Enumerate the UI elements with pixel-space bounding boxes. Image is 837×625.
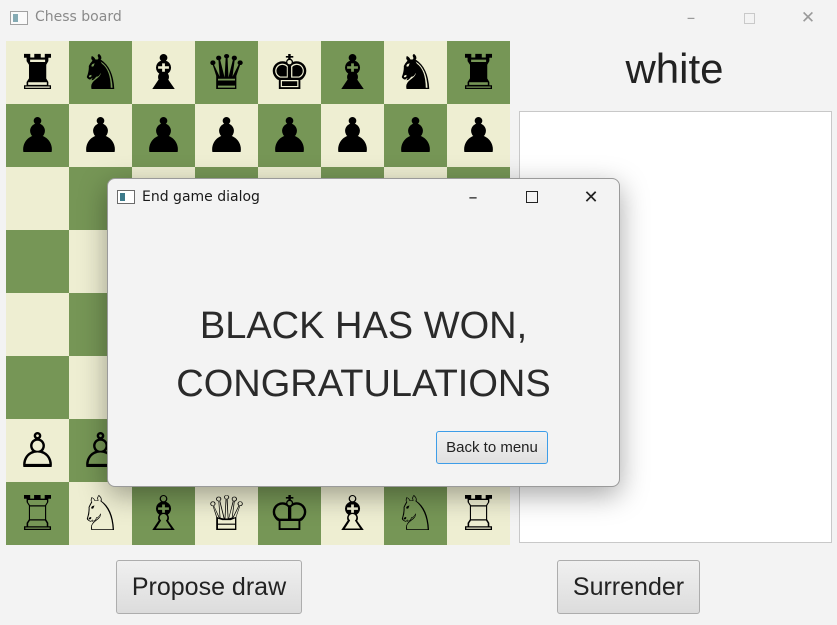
minimize-icon: – <box>468 186 478 208</box>
chess-piece-icon[interactable]: ♜ <box>457 49 500 97</box>
board-square[interactable] <box>6 293 69 356</box>
board-square[interactable]: ♝ <box>321 41 384 104</box>
board-square[interactable]: ♟ <box>6 104 69 167</box>
board-square[interactable]: ♝ <box>132 41 195 104</box>
board-square[interactable]: ♜ <box>447 41 510 104</box>
board-square[interactable]: ♕ <box>195 482 258 545</box>
board-square[interactable]: ♞ <box>69 41 132 104</box>
board-square[interactable]: ♗ <box>132 482 195 545</box>
board-square[interactable]: ♘ <box>384 482 447 545</box>
board-square[interactable] <box>6 230 69 293</box>
close-icon: ✕ <box>800 8 816 28</box>
chess-piece-icon[interactable]: ♖ <box>457 490 500 538</box>
close-button[interactable]: ✕ <box>785 0 831 36</box>
dialog-titlebar: End game dialog – ✕ <box>108 179 619 215</box>
board-square[interactable]: ♟ <box>447 104 510 167</box>
chess-piece-icon[interactable]: ♟ <box>79 112 122 160</box>
chess-piece-icon[interactable]: ♘ <box>394 490 437 538</box>
board-square[interactable]: ♙ <box>6 419 69 482</box>
chess-piece-icon[interactable]: ♕ <box>205 490 248 538</box>
board-square[interactable]: ♔ <box>258 482 321 545</box>
maximize-icon <box>743 12 755 24</box>
board-square[interactable]: ♚ <box>258 41 321 104</box>
message-line-2: CONGRATULATIONS <box>176 363 551 405</box>
back-to-menu-button[interactable]: Back to menu <box>436 431 548 464</box>
close-icon: ✕ <box>583 186 599 208</box>
board-square[interactable]: ♟ <box>384 104 447 167</box>
board-square[interactable]: ♟ <box>321 104 384 167</box>
chess-piece-icon[interactable]: ♝ <box>331 49 374 97</box>
chess-piece-icon[interactable]: ♜ <box>16 49 59 97</box>
chess-piece-icon[interactable]: ♖ <box>16 490 59 538</box>
board-square[interactable]: ♟ <box>195 104 258 167</box>
chess-piece-icon[interactable]: ♟ <box>205 112 248 160</box>
board-square[interactable]: ♖ <box>6 482 69 545</box>
board-square[interactable]: ♗ <box>321 482 384 545</box>
surrender-button[interactable]: Surrender <box>557 560 700 614</box>
minimize-icon: – <box>686 8 696 28</box>
board-square[interactable]: ♞ <box>384 41 447 104</box>
message-line-1: BLACK HAS WON, <box>199 305 528 347</box>
dialog-title: End game dialog <box>142 189 260 205</box>
maximize-button[interactable] <box>726 0 772 36</box>
window-title: Chess board <box>35 9 122 25</box>
chess-piece-icon[interactable]: ♗ <box>142 490 185 538</box>
dialog-message: BLACK HAS WON, CONGRATULATIONS <box>108 297 619 413</box>
board-square[interactable]: ♜ <box>6 41 69 104</box>
chess-piece-icon[interactable]: ♚ <box>268 49 311 97</box>
board-square[interactable]: ♖ <box>447 482 510 545</box>
board-square[interactable] <box>6 356 69 419</box>
chess-piece-icon[interactable]: ♗ <box>331 490 374 538</box>
dialog-close-button[interactable]: ✕ <box>568 179 614 215</box>
board-square[interactable]: ♟ <box>258 104 321 167</box>
board-square[interactable]: ♟ <box>69 104 132 167</box>
maximize-icon <box>526 191 538 203</box>
board-square[interactable] <box>6 167 69 230</box>
minimize-button[interactable]: – <box>668 0 714 36</box>
chess-piece-icon[interactable]: ♟ <box>268 112 311 160</box>
chess-piece-icon[interactable]: ♞ <box>394 49 437 97</box>
board-square[interactable]: ♛ <box>195 41 258 104</box>
board-square[interactable]: ♟ <box>132 104 195 167</box>
end-game-dialog: End game dialog – ✕ BLACK HAS WON, CONGR… <box>107 178 620 487</box>
chess-piece-icon[interactable]: ♟ <box>16 112 59 160</box>
board-square[interactable]: ♘ <box>69 482 132 545</box>
chess-piece-icon[interactable]: ♙ <box>16 427 59 475</box>
app-icon <box>10 11 28 25</box>
dialog-maximize-button[interactable] <box>509 179 555 215</box>
chess-piece-icon[interactable]: ♞ <box>79 49 122 97</box>
chess-piece-icon[interactable]: ♛ <box>205 49 248 97</box>
chess-piece-icon[interactable]: ♟ <box>394 112 437 160</box>
chess-piece-icon[interactable]: ♟ <box>142 112 185 160</box>
propose-draw-button[interactable]: Propose draw <box>116 560 302 614</box>
main-titlebar: Chess board – ✕ <box>0 0 837 36</box>
chess-piece-icon[interactable]: ♝ <box>142 49 185 97</box>
chess-piece-icon[interactable]: ♔ <box>268 490 311 538</box>
turn-label: white <box>625 45 724 92</box>
chess-piece-icon[interactable]: ♟ <box>331 112 374 160</box>
dialog-minimize-button[interactable]: – <box>450 179 496 215</box>
chess-piece-icon[interactable]: ♘ <box>79 490 122 538</box>
dialog-app-icon <box>117 190 135 204</box>
chess-piece-icon[interactable]: ♟ <box>457 112 500 160</box>
